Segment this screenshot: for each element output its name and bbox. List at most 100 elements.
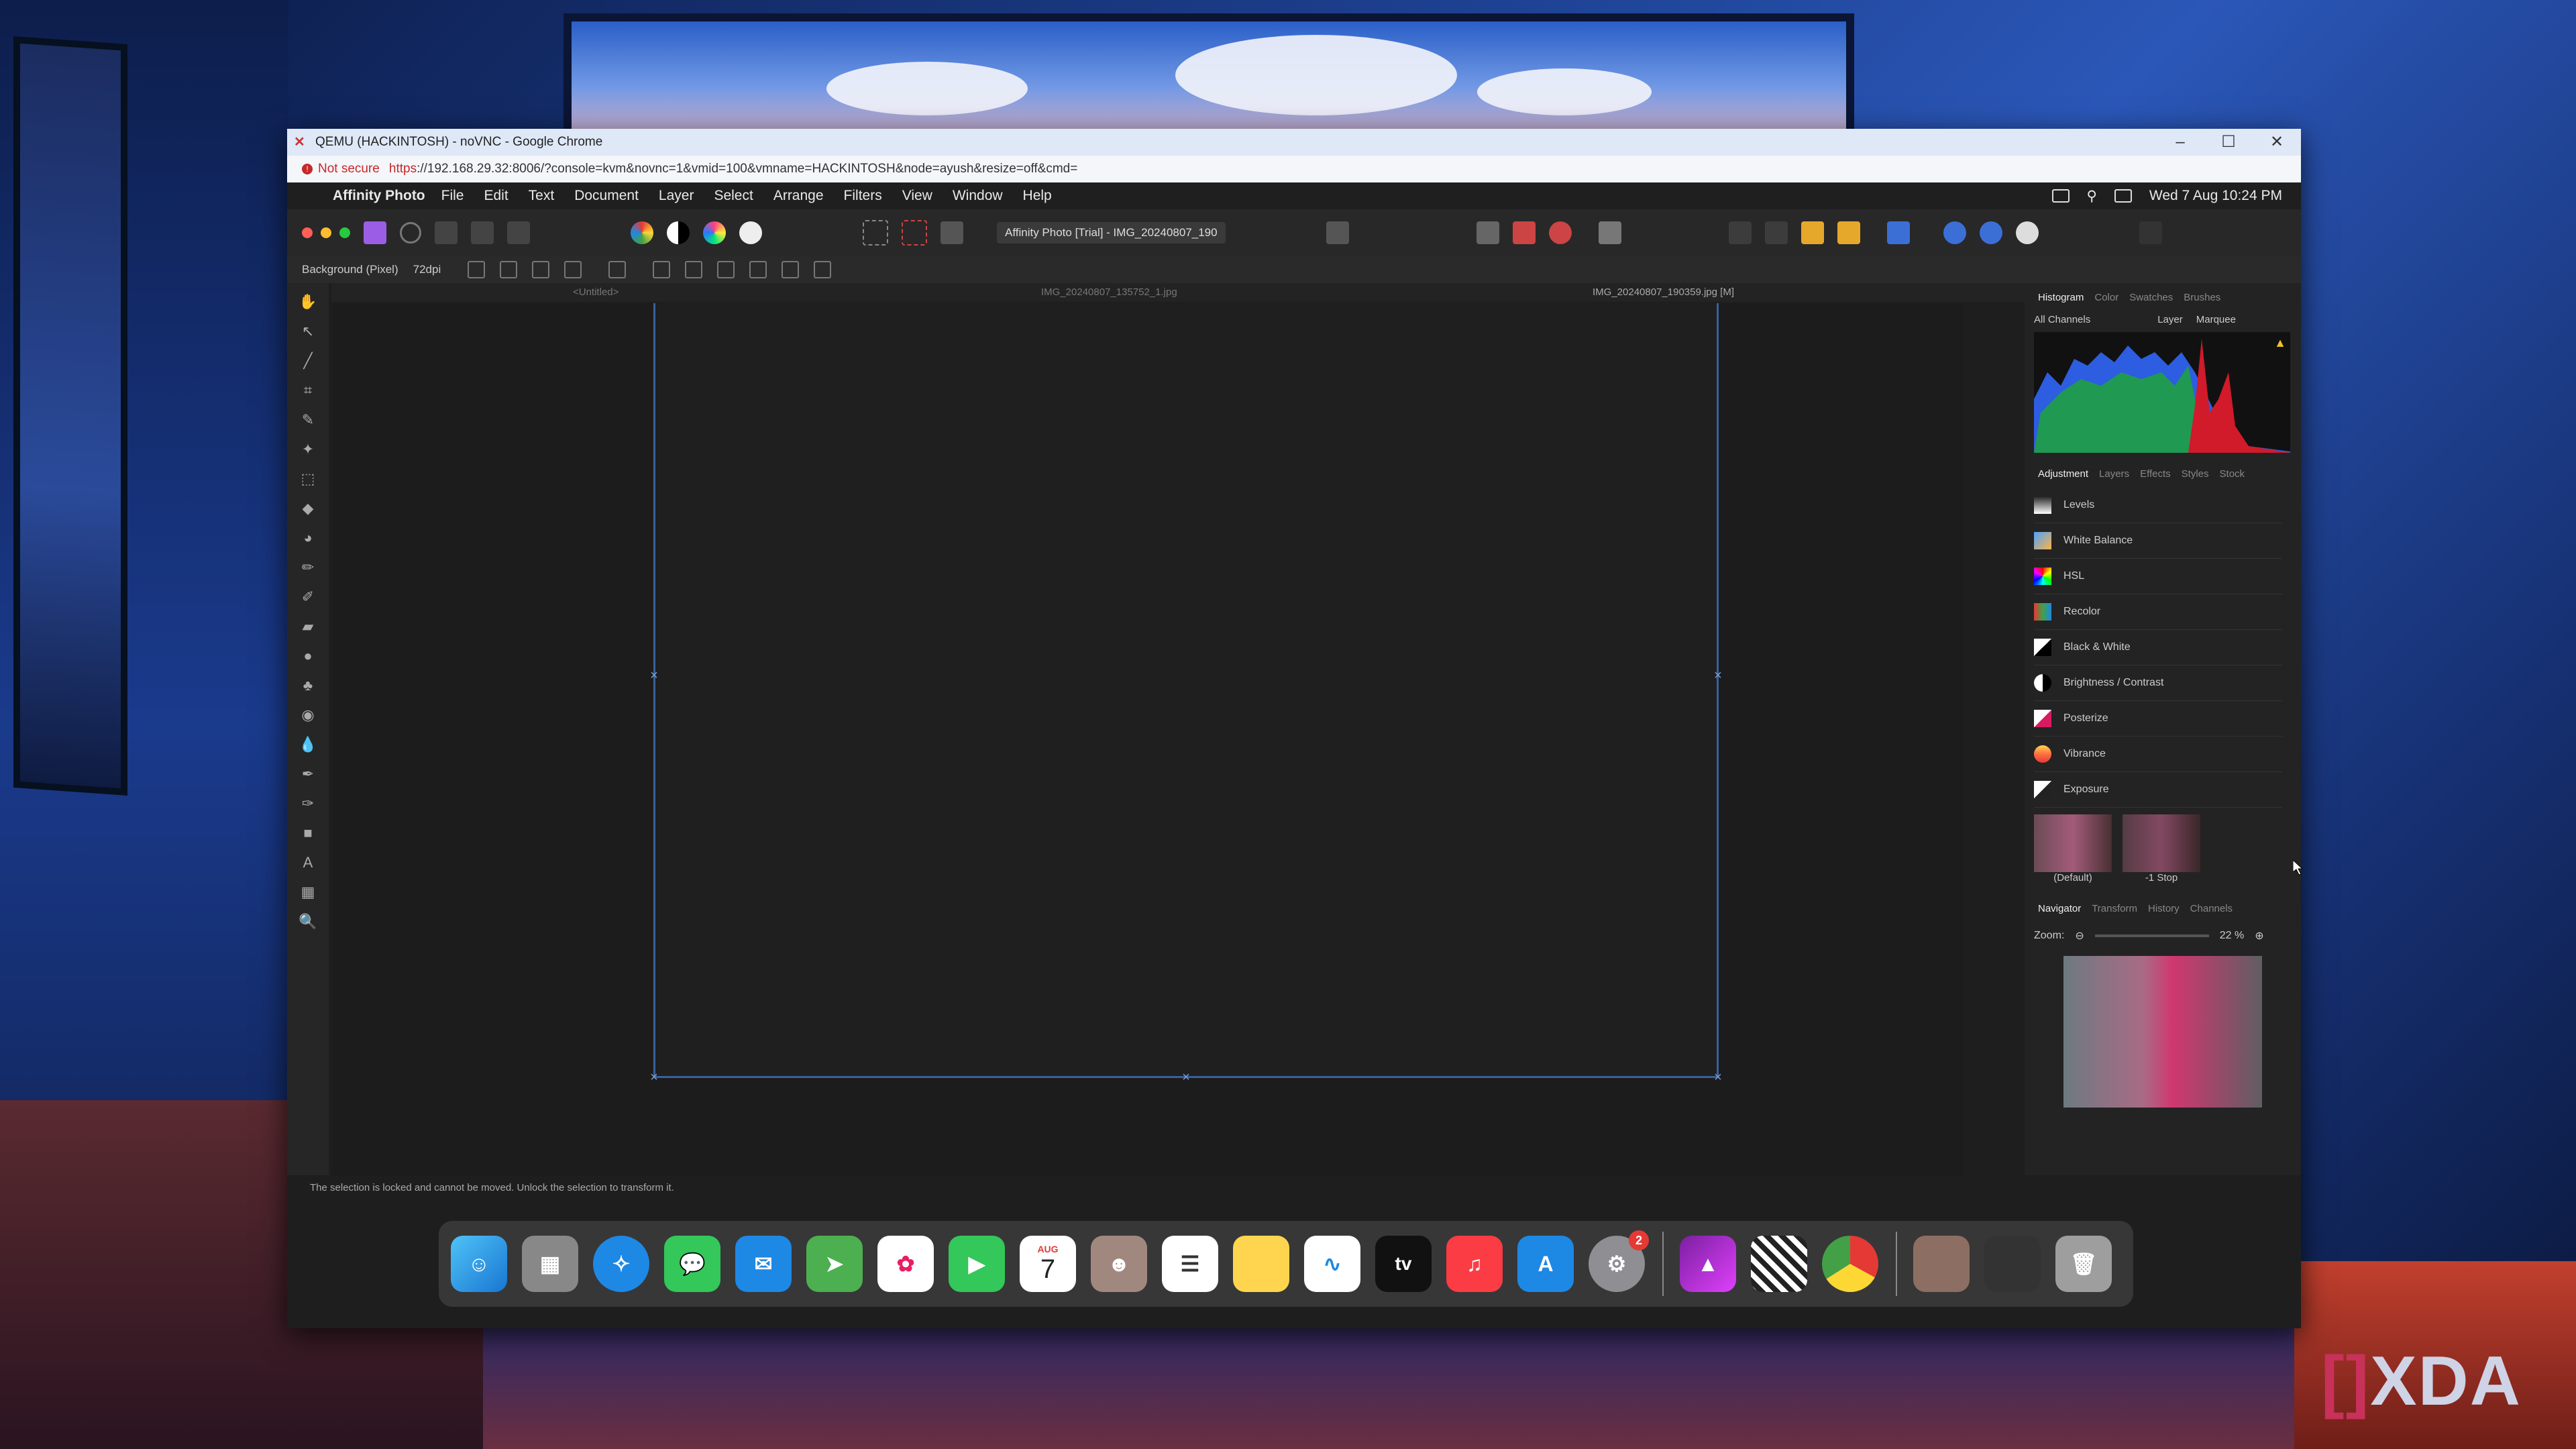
menu-app-name[interactable]: Affinity Photo [333,188,425,204]
transform-handle-bottom[interactable]: × [1181,1071,1191,1084]
tab-transform[interactable]: Transform [2092,903,2137,914]
crop-tool-icon[interactable]: ⌗ [299,381,317,400]
adjustment-item-recolor[interactable]: Recolor [2034,594,2282,630]
display-icon[interactable] [2051,189,2070,203]
app-store-icon[interactable]: A [1517,1236,1574,1292]
document-selector[interactable]: Affinity Photo [Trial] - IMG_20240807_19… [997,222,1226,244]
flip-horizontal-icon[interactable] [500,261,518,278]
preset-default[interactable]: (Default) [2034,814,2112,883]
align-left-icon[interactable] [653,261,671,278]
zoom-tool-icon[interactable]: 🔍 [299,912,317,931]
clone-tool-icon[interactable]: ♣ [299,676,317,695]
auto-contrast-icon[interactable] [667,221,690,244]
tab-channels[interactable]: Channels [2190,903,2233,914]
menu-edit[interactable]: Edit [484,188,508,204]
document-canvas[interactable]: × × × × × [650,303,1722,1084]
tab-navigator[interactable]: Navigator [2038,903,2081,914]
dodge-tool-icon[interactable]: ● [299,647,317,665]
text-tool-icon[interactable]: A [299,853,317,872]
tab-histogram[interactable]: Histogram [2038,292,2084,303]
move-tool-icon[interactable]: ↖ [299,322,317,341]
calendar-icon[interactable]: AUG 7 [1020,1236,1076,1292]
adjustment-item-vibrance[interactable]: Vibrance [2034,737,2282,772]
maximize-button[interactable]: ☐ [2204,129,2253,156]
align-icon[interactable] [1886,221,1910,244]
window-close-dot[interactable] [302,227,313,238]
color-replacement-tool-icon[interactable]: ✐ [299,588,317,606]
preset-minus-one-stop[interactable]: -1 Stop [2123,814,2200,883]
chrome-icon[interactable] [1822,1236,1878,1292]
menu-window[interactable]: Window [953,188,1003,204]
pen-tool-icon[interactable]: ✒ [299,765,317,784]
dpi-label[interactable]: 72dpi [413,263,441,276]
navigator-thumbnail[interactable] [2063,956,2262,1108]
menu-view[interactable]: View [902,188,932,204]
transform-origin-icon[interactable] [468,261,486,278]
align-middle-icon[interactable] [782,261,800,278]
deselect-icon[interactable] [902,220,927,246]
not-secure-label[interactable]: Not secure [318,162,380,176]
tone-mapping-persona-icon[interactable] [471,221,494,244]
boolean-subtract-icon[interactable] [1979,221,2002,244]
spotlight-icon[interactable]: ⚲ [2087,188,2097,205]
trash-icon[interactable]: 🗑 [2055,1236,2112,1292]
tab-adjustment[interactable]: Adjustment [2038,468,2088,480]
channel-select[interactable]: All Channels [2034,314,2090,325]
notes-icon[interactable] [1233,1236,1289,1292]
flip-vertical-icon[interactable] [532,261,550,278]
chrome-titlebar[interactable]: ✕ QEMU (HACKINTOSH) - noVNC - Google Chr… [287,129,2301,156]
arrange-front-icon[interactable] [1801,221,1824,244]
safari-icon[interactable]: ✧ [593,1236,649,1292]
zoom-value[interactable]: 22 % [2220,930,2244,942]
liquify-persona-icon[interactable] [400,222,421,244]
align-top-icon[interactable] [749,261,767,278]
transform-handle-left[interactable]: × [649,669,659,682]
boolean-add-icon[interactable] [1943,221,1966,244]
assistant-icon[interactable] [1548,221,1572,244]
erase-tool-icon[interactable]: ▰ [299,617,317,636]
adjustment-item-levels[interactable]: Levels [2034,488,2282,523]
tab-swatches[interactable]: Swatches [2129,292,2173,303]
transform-handle-bottom-right[interactable]: × [1713,1071,1723,1084]
close-button[interactable]: ✕ [2253,129,2301,156]
share-icon[interactable] [2139,221,2162,244]
reminders-icon[interactable]: ☰ [1162,1236,1218,1292]
tab-img-135752[interactable]: IMG_20240807_135752_1.jpg [1041,286,1177,298]
tab-stock[interactable]: Stock [2220,468,2245,480]
selection-brush-tool-icon[interactable]: ✎ [299,411,317,429]
color-picker-tool-icon[interactable]: ╱ [299,352,317,370]
music-icon[interactable]: ♫ [1446,1236,1503,1292]
adjustment-item-black-white[interactable]: Black & White [2034,630,2282,665]
tab-img-190359[interactable]: IMG_20240807_190359.jpg [M] [1593,286,1734,298]
chess-icon[interactable] [1751,1236,1807,1292]
paint-brush-tool-icon[interactable]: ✏ [299,558,317,577]
tab-layers[interactable]: Layers [2099,468,2129,480]
marquee-tool-icon[interactable]: ⬚ [299,470,317,488]
messages-icon[interactable]: 💬 [664,1236,720,1292]
mesh-warp-tool-icon[interactable]: ▦ [299,883,317,902]
facetime-icon[interactable]: ▶ [949,1236,1005,1292]
menu-text[interactable]: Text [529,188,555,204]
menu-document[interactable]: Document [574,188,639,204]
blur-tool-icon[interactable]: 💧 [299,735,317,754]
align-right-icon[interactable] [717,261,735,278]
align-bottom-icon[interactable] [814,261,832,278]
control-center-icon[interactable] [2114,189,2132,203]
menu-arrange[interactable]: Arrange [773,188,824,204]
rectangle-tool-icon[interactable]: ■ [299,824,317,843]
canvas-area[interactable]: × × × × × [331,303,1963,1175]
mail-icon[interactable]: ✉ [735,1236,792,1292]
info-icon[interactable] [1598,221,1621,244]
tab-brushes[interactable]: Brushes [2184,292,2220,303]
export-persona-icon[interactable] [507,221,530,244]
auto-colors-icon[interactable] [703,221,726,244]
screenshots-stack-icon[interactable] [1984,1236,2041,1292]
adjustment-item-hsl[interactable]: HSL [2034,559,2282,594]
tab-styles[interactable]: Styles [2182,468,2209,480]
address-bar[interactable]: ! Not secure https://192.168.29.32:8006/… [287,156,2301,183]
histogram-layer-option[interactable]: Layer [2157,314,2183,325]
photo-persona-icon[interactable] [364,221,386,244]
hand-tool-icon[interactable]: ✋ [299,292,317,311]
tab-untitled[interactable]: <Untitled> [573,286,619,298]
bounding-box-icon[interactable] [608,261,627,278]
